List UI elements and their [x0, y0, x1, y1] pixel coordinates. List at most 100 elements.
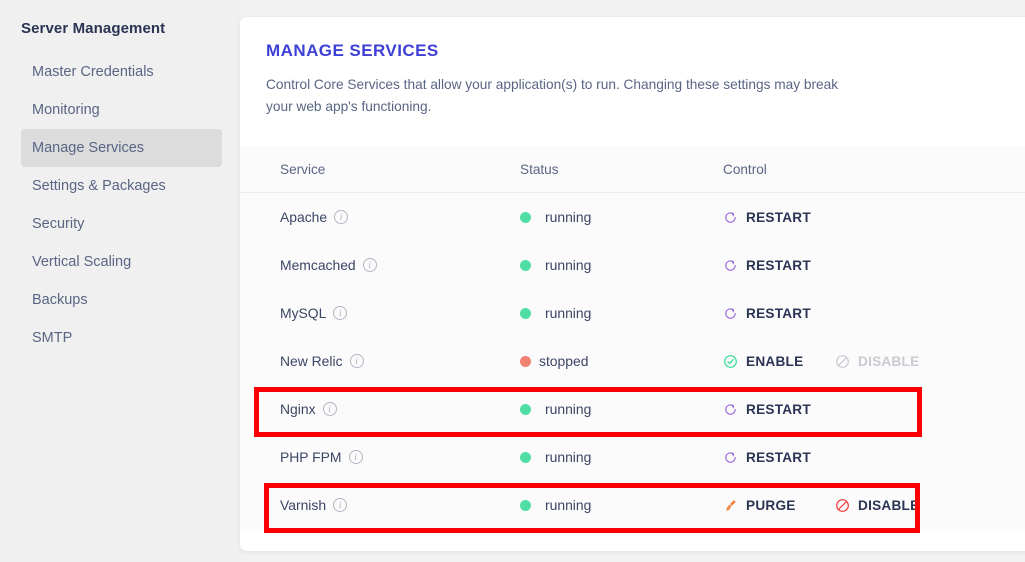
cell-service: Nginx i: [280, 401, 520, 417]
cell-service: Varnish i: [280, 497, 520, 513]
info-icon[interactable]: i: [348, 450, 363, 465]
status-badge: running: [520, 305, 723, 321]
info-icon[interactable]: i: [333, 498, 348, 513]
status-badge: running: [520, 449, 723, 465]
sidebar-item-label: Security: [32, 216, 85, 232]
restart-button[interactable]: RESTART: [723, 306, 855, 321]
status-label: running: [545, 209, 592, 226]
sidebar-item-smtp[interactable]: SMTP: [21, 319, 222, 357]
cell-control: RESTART: [723, 450, 1025, 465]
sidebar-item-manage-services[interactable]: Manage Services: [21, 129, 222, 167]
cell-status: running: [520, 497, 723, 513]
sidebar-item-security[interactable]: Security: [21, 205, 222, 243]
cell-control: RESTART: [723, 402, 1025, 417]
sidebar-item-settings-packages[interactable]: Settings & Packages: [21, 167, 222, 205]
service-name-label: Nginx: [280, 401, 316, 418]
table-row: New Relic i stopped ENABLE DISABLE: [240, 337, 1025, 386]
sidebar-item-label: Vertical Scaling: [32, 254, 132, 270]
services-table: Service Status Control Apache i running RES…: [240, 146, 1025, 530]
service-name: Memcached i: [280, 257, 520, 273]
restart-button-label: RESTART: [746, 305, 811, 321]
block-circle-icon: [835, 498, 850, 513]
table-row: Memcached i running RESTART: [240, 241, 1025, 290]
status-badge: running: [520, 209, 723, 225]
manage-services-card: MANAGE SERVICES Control Core Services th…: [240, 17, 1025, 551]
table-header-row: Service Status Control: [240, 146, 1025, 194]
restart-button[interactable]: RESTART: [723, 450, 855, 465]
sidebar-item-list: Master Credentials Monitoring Manage Servi…: [0, 53, 240, 357]
sidebar: Server Management Master Credentials Moni…: [0, 0, 240, 562]
sidebar-item-label: Backups: [32, 292, 88, 308]
restart-button[interactable]: RESTART: [723, 258, 855, 273]
sidebar-item-backups[interactable]: Backups: [21, 281, 222, 319]
disable-button[interactable]: DISABLE: [835, 498, 919, 513]
column-header-control: Control: [723, 161, 767, 177]
cell-status: running: [520, 449, 723, 465]
table-row: Varnish i running PURGE DISABLE: [240, 481, 1025, 530]
service-name: MySQL i: [280, 305, 520, 321]
cell-service: New Relic i: [280, 353, 520, 369]
info-icon[interactable]: i: [349, 354, 364, 369]
status-badge: running: [520, 497, 723, 513]
cell-status: running: [520, 257, 723, 273]
service-name-label: MySQL: [280, 305, 327, 322]
block-circle-icon: [835, 354, 850, 369]
cell-status: running: [520, 209, 723, 225]
status-badge: running: [520, 257, 723, 273]
enable-button[interactable]: ENABLE: [723, 354, 835, 369]
purge-button-label: PURGE: [746, 497, 796, 513]
column-header-service: Service: [280, 161, 326, 177]
restart-icon: [723, 450, 738, 465]
cell-control: RESTART: [723, 258, 1025, 273]
purge-button[interactable]: PURGE: [723, 498, 835, 513]
restart-icon: [723, 402, 738, 417]
sidebar-item-label: Master Credentials: [32, 64, 154, 80]
info-icon[interactable]: i: [322, 402, 337, 417]
sidebar-item-vertical-scaling[interactable]: Vertical Scaling: [21, 243, 222, 281]
restart-icon: [723, 306, 738, 321]
app-root: Server Management Master Credentials Moni…: [0, 0, 1025, 562]
service-name-label: New Relic: [280, 353, 343, 370]
service-name-label: Varnish: [280, 497, 327, 514]
restart-icon: [723, 258, 738, 273]
status-dot-running: [520, 499, 531, 511]
sidebar-item-label: Settings & Packages: [32, 178, 166, 194]
restart-button-label: RESTART: [746, 401, 811, 417]
restart-button-label: RESTART: [746, 209, 811, 225]
sidebar-item-master-credentials[interactable]: Master Credentials: [21, 53, 222, 91]
page-title: MANAGE SERVICES: [266, 41, 439, 60]
cell-service: PHP FPM i: [280, 449, 520, 465]
status-label: running: [545, 497, 592, 514]
enable-button-label: ENABLE: [746, 353, 804, 369]
info-icon[interactable]: i: [334, 210, 349, 225]
status-dot-running: [520, 451, 531, 463]
cell-service: Apache i: [280, 209, 520, 225]
status-dot-stopped: [520, 355, 531, 367]
status-dot-running: [520, 307, 531, 319]
cell-control: PURGE DISABLE: [723, 498, 1025, 513]
restart-button-label: RESTART: [746, 449, 811, 465]
status-label: stopped: [539, 353, 589, 370]
restart-button[interactable]: RESTART: [723, 402, 855, 417]
card-header: MANAGE SERVICES Control Core Services th…: [240, 17, 1025, 118]
restart-icon: [723, 210, 738, 225]
cell-service: MySQL i: [280, 305, 520, 321]
sidebar-item-label: SMTP: [32, 330, 73, 346]
disable-button: DISABLE: [835, 354, 919, 369]
services-table-body: Apache i running RESTART Memcached i running RE…: [240, 193, 1025, 530]
status-dot-running: [520, 259, 531, 271]
restart-button[interactable]: RESTART: [723, 210, 855, 225]
status-dot-running: [520, 211, 531, 223]
sidebar-item-monitoring[interactable]: Monitoring: [21, 91, 222, 129]
info-icon[interactable]: i: [362, 258, 377, 273]
status-label: running: [545, 401, 592, 418]
page-description: Control Core Services that allow your ap…: [266, 77, 839, 115]
service-name: Apache i: [280, 209, 520, 225]
cell-control: RESTART: [723, 306, 1025, 321]
service-name-label: PHP FPM: [280, 449, 342, 466]
cell-control: ENABLE DISABLE: [723, 354, 1025, 369]
sidebar-title: Server Management: [21, 20, 166, 37]
info-icon[interactable]: i: [333, 306, 348, 321]
disable-button-label: DISABLE: [858, 497, 920, 513]
table-row: MySQL i running RESTART: [240, 289, 1025, 338]
